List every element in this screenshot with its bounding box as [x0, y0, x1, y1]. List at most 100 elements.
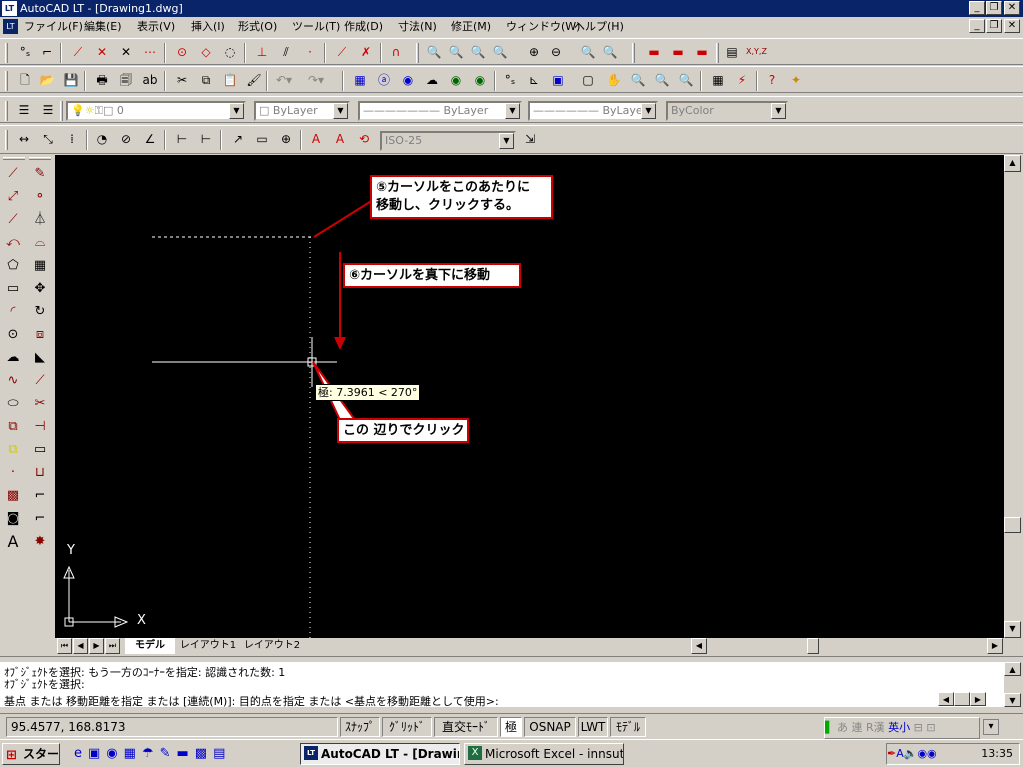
- menu-tools[interactable]: ツール(T): [292, 17, 340, 36]
- mtext-icon[interactable]: A: [2, 531, 24, 553]
- menu-insert[interactable]: 挿入(I): [191, 17, 225, 36]
- spell-check-icon[interactable]: ab: [140, 70, 160, 90]
- properties-icon[interactable]: ▦: [708, 70, 728, 90]
- snap-endpoint-icon[interactable]: ⌐: [37, 42, 57, 62]
- paste-icon[interactable]: 📋: [220, 70, 240, 90]
- redo-icon[interactable]: ↷▾: [306, 70, 326, 90]
- ime-tray-icon[interactable]: A: [896, 747, 904, 760]
- chevron-down-icon[interactable]: ▼: [505, 103, 520, 119]
- hatch-icon[interactable]: ▩: [2, 485, 24, 507]
- menu-dimension[interactable]: 寸法(N): [398, 17, 437, 36]
- snap-from-icon[interactable]: °ₛ: [15, 42, 35, 62]
- etransmit-icon[interactable]: ◉: [470, 70, 490, 90]
- ime-bar[interactable]: ▌ あ 連 R漢 英小 ⊟ ⊡: [824, 717, 980, 739]
- menu-draw[interactable]: 作成(D): [344, 17, 383, 36]
- toolbar-grip[interactable]: [716, 43, 719, 63]
- dim-edit-icon[interactable]: A: [306, 129, 326, 149]
- dim-aligned-icon[interactable]: ⤡: [38, 129, 58, 149]
- app6-icon[interactable]: ✎: [160, 746, 177, 761]
- break-icon[interactable]: ▭: [29, 439, 51, 461]
- draw-order-icon[interactable]: ▬: [644, 42, 664, 62]
- tab-next-icon[interactable]: ▶: [89, 638, 104, 654]
- zoom-all-icon[interactable]: 🔍: [578, 42, 598, 62]
- snap-tangent-icon[interactable]: ◌: [220, 42, 240, 62]
- design-center-icon[interactable]: ▦: [350, 70, 370, 90]
- command-window[interactable]: ｵﾌﾞｼﾞｪｸﾄを選択: もう一方のｺｰﾅｰを指定: 認識された数: 1 ｵﾌﾞ…: [0, 662, 1004, 707]
- cmd-prompt-line[interactable]: 基点 または 移動距離を指定 または [連続(M)]: 目的点を指定 または <…: [0, 690, 1004, 707]
- publish-icon[interactable]: ☁: [422, 70, 442, 90]
- menu-help[interactable]: ヘルプ(H): [574, 17, 624, 36]
- task-excel[interactable]: X Microsoft Excel - innsut...: [464, 743, 624, 765]
- app9-icon[interactable]: ▤: [213, 746, 231, 761]
- zoom-window2-icon[interactable]: 🔍: [652, 70, 672, 90]
- zoom-realtime-icon[interactable]: 🔍: [424, 42, 444, 62]
- close-button[interactable]: ✕: [1004, 1, 1020, 15]
- cut-icon[interactable]: ✂: [172, 70, 192, 90]
- snap-none-icon[interactable]: ✗: [356, 42, 376, 62]
- doc-minimize-button[interactable]: _: [969, 19, 985, 33]
- match-properties-icon[interactable]: 🖌: [244, 70, 264, 90]
- menu-file[interactable]: ファイル(F): [24, 17, 83, 36]
- dim-diameter-icon[interactable]: ⊘: [116, 129, 136, 149]
- scale-icon[interactable]: ⧈: [29, 324, 51, 346]
- stretch-icon[interactable]: ◣: [29, 347, 51, 369]
- linetype-dropdown[interactable]: ——————— ByLayer ▼: [358, 101, 522, 121]
- zoom-dynamic-icon[interactable]: 🔍: [468, 42, 488, 62]
- toolbar-grip[interactable]: [5, 130, 8, 150]
- send-back-icon[interactable]: ▬: [692, 42, 712, 62]
- dim-ordinate-icon[interactable]: ⁞: [62, 129, 82, 149]
- toolbar-grip[interactable]: [5, 71, 8, 91]
- toolbar-grip[interactable]: [60, 101, 63, 121]
- lineweight-dropdown[interactable]: —————— ByLayer ▼: [528, 101, 658, 121]
- leader-icon[interactable]: ↗: [228, 129, 248, 149]
- zoom-window-icon[interactable]: 🔍: [446, 42, 466, 62]
- ie-icon[interactable]: e: [74, 746, 88, 761]
- app4-icon[interactable]: ▦: [124, 746, 142, 761]
- tool-palettes-icon[interactable]: ⚡: [732, 70, 752, 90]
- join-icon[interactable]: ⊔: [29, 462, 51, 484]
- named-views-icon[interactable]: ▣: [548, 70, 568, 90]
- scroll-thumb[interactable]: [1004, 517, 1021, 533]
- toolbar-grip[interactable]: [5, 43, 8, 63]
- polygon-icon[interactable]: ⤺: [2, 232, 24, 254]
- grid-toggle[interactable]: ｸﾞﾘｯﾄﾞ: [382, 717, 432, 737]
- chevron-down-icon[interactable]: ▼: [499, 133, 514, 149]
- fillet-icon[interactable]: ⌐: [29, 508, 51, 530]
- scroll-up-icon[interactable]: ▲: [1004, 155, 1021, 172]
- plotstyle-dropdown[interactable]: ByColor ▼: [666, 101, 788, 121]
- tolerance-icon[interactable]: ▭: [252, 129, 272, 149]
- layer-dropdown[interactable]: 💡☼⚿□ 0 ▼: [66, 101, 246, 121]
- color-dropdown[interactable]: □ ByLayer ▼: [254, 101, 350, 121]
- offset-icon[interactable]: ⌓: [29, 232, 51, 254]
- chamfer-icon[interactable]: ⌐: [29, 485, 51, 507]
- snap-center-icon[interactable]: ⊙: [172, 42, 192, 62]
- start-button[interactable]: ⊞ スタート: [2, 743, 60, 765]
- coordinates-display[interactable]: 95.4577, 168.8173: [6, 717, 338, 737]
- help-icon[interactable]: ?: [762, 70, 782, 90]
- lengthen-icon[interactable]: ⟋: [29, 370, 51, 392]
- id-point-icon[interactable]: X,Y,Z: [746, 42, 767, 62]
- snap-midpoint-icon[interactable]: ⟋: [68, 42, 88, 62]
- doc-restore-button[interactable]: ❐: [986, 19, 1002, 33]
- dim-style-icon[interactable]: ⇲: [520, 129, 540, 149]
- print-icon[interactable]: 🖶: [92, 70, 112, 90]
- toolbar-grip[interactable]: [3, 157, 25, 160]
- document-icon[interactable]: LT: [3, 19, 18, 34]
- chevron-down-icon[interactable]: ▼: [771, 103, 786, 119]
- snap-extension-icon[interactable]: ⋯: [140, 42, 160, 62]
- cmd-scroll-thumb[interactable]: [954, 692, 970, 706]
- ucs-icon[interactable]: ⊾: [524, 70, 544, 90]
- drawing-canvas[interactable]: ⑤カーソルをこのあたりに 移動し、クリックする。 ⑥カーソルを真下に移動 極: …: [55, 155, 1004, 638]
- model-toggle[interactable]: ﾓﾃﾞﾙ: [610, 717, 646, 737]
- chevron-down-icon[interactable]: ▼: [333, 103, 348, 119]
- trim-icon[interactable]: ✂: [29, 393, 51, 415]
- copy-object-icon[interactable]: ⚬: [29, 186, 51, 208]
- spline-icon[interactable]: ∿: [2, 370, 24, 392]
- erase-icon[interactable]: ✎: [29, 163, 51, 185]
- snap-quadrant-icon[interactable]: ◇: [196, 42, 216, 62]
- bring-front-icon[interactable]: ▬: [668, 42, 688, 62]
- ortho-toggle[interactable]: 直交ﾓｰﾄﾞ: [434, 717, 498, 737]
- ime-kana-icon[interactable]: 英小: [888, 721, 910, 734]
- hscroll-thumb[interactable]: [807, 638, 819, 654]
- cmd-scroll-down-icon[interactable]: ▼: [1004, 693, 1021, 707]
